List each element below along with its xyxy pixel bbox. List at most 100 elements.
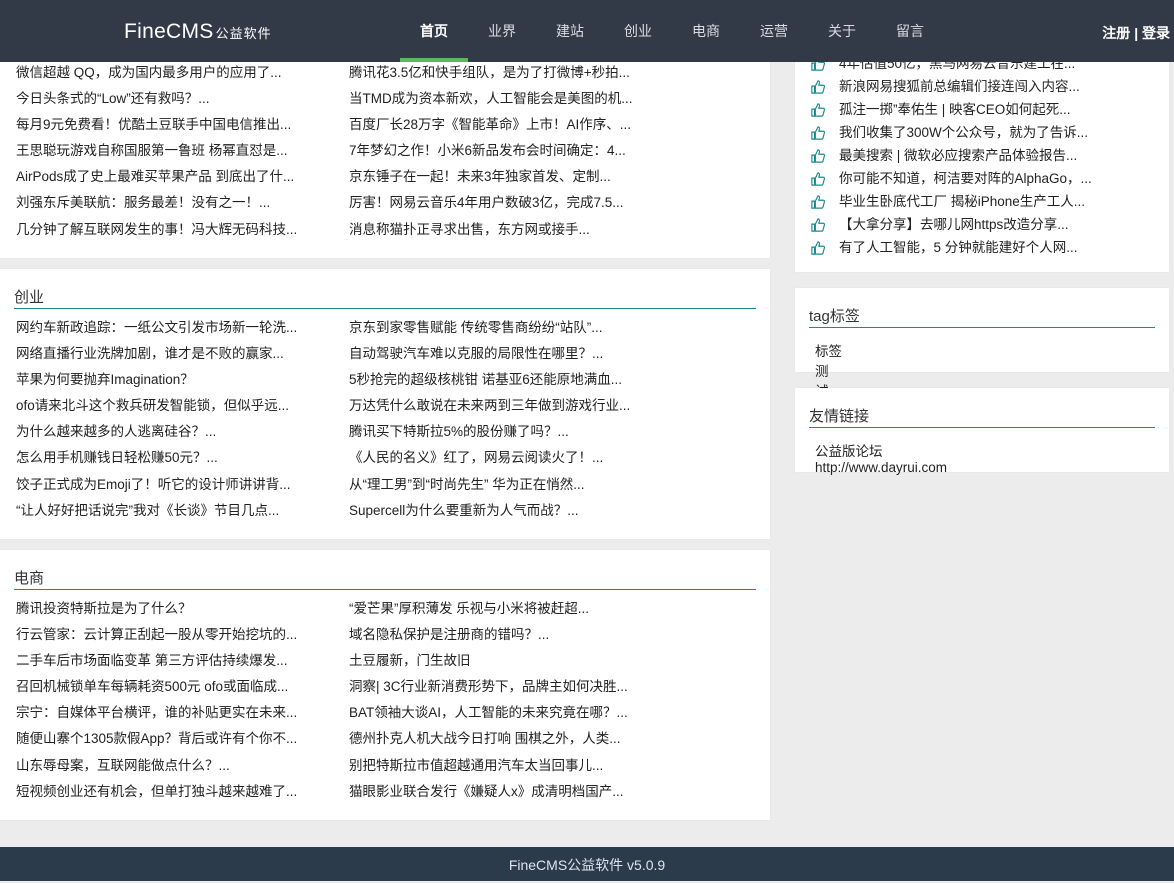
- tags-title: tag标签: [809, 308, 860, 325]
- news-link[interactable]: 宗宁：自媒体平台横评，谁的补贴更实在未来...: [16, 700, 316, 726]
- news-link[interactable]: 山东辱母案，互联网能做点什么？...: [16, 753, 316, 779]
- friend-link[interactable]: 公益版论坛 http://www.dayrui.com: [815, 444, 947, 475]
- news-link[interactable]: 网约车新政追踪：一纸公文引发市场新一轮洗...: [16, 315, 316, 341]
- news-link[interactable]: 腾讯花3.5亿和快手组队，是为了打微博+秒拍...: [349, 60, 649, 86]
- thumbs-up-icon: [811, 171, 825, 186]
- thumbs-up-icon: [811, 240, 825, 255]
- nav-item-ecommerce[interactable]: 电商: [672, 0, 740, 62]
- hot-article-item[interactable]: 【大拿分享】去哪儿网https改造分享...: [811, 213, 1092, 236]
- thumbs-up-icon: [811, 148, 825, 163]
- friend-link-list: 公益版论坛 http://www.dayrui.com: [815, 440, 961, 475]
- news-link[interactable]: 德州扑克人机大战今日打响 围棋之外，人类...: [349, 726, 649, 752]
- hot-article-title: 我们收集了300W个公众号，就为了告诉...: [839, 125, 1089, 140]
- news-link[interactable]: 刘强东斥美联航：服务最差！没有之一！...: [16, 190, 316, 216]
- news-link[interactable]: 7年梦幻之作！小米6新品发布会时间确定：4...: [349, 138, 649, 164]
- news-link[interactable]: 当TMD成为资本新欢，人工智能会是美图的机...: [349, 86, 649, 112]
- nav-item-about[interactable]: 关于: [808, 0, 876, 62]
- hot-article-item[interactable]: 最美搜索 | 微软必应搜索产品体验报告...: [811, 144, 1092, 167]
- register-link[interactable]: 注册: [1102, 25, 1130, 41]
- news-link[interactable]: 猫眼影业联合发行《嫌疑人x》成清明档国产...: [349, 779, 649, 805]
- footer-text: FineCMS公益软件 v5.0.9: [508, 857, 666, 873]
- news-panel-top: 微信超越 QQ，成为国内最多用户的应用了... 今日头条式的“Low”还有救吗？…: [0, 40, 770, 258]
- news-list-left: 微信超越 QQ，成为国内最多用户的应用了... 今日头条式的“Low”还有救吗？…: [16, 60, 316, 243]
- nav-item-home[interactable]: 首页: [400, 0, 468, 62]
- hot-article-list: 4年估值50亿，黑马网易云音乐建工在... 新浪网易搜狐前总编辑们接连闯入内容.…: [811, 52, 1092, 259]
- news-link[interactable]: 苹果为何要抛弃Imagination？: [16, 367, 316, 393]
- news-link[interactable]: 今日头条式的“Low”还有救吗？...: [16, 86, 316, 112]
- news-link[interactable]: 微信超越 QQ，成为国内最多用户的应用了...: [16, 60, 316, 86]
- news-link[interactable]: 每月9元免费看！优酷土豆联手中国电信推出...: [16, 112, 316, 138]
- news-link[interactable]: 《人民的名义》红了，网易云阅读火了！...: [349, 445, 649, 471]
- auth-links: 注册 | 登录: [1102, 23, 1170, 43]
- thumbs-up-icon: [811, 194, 825, 209]
- hot-article-title: 孤注一掷”奉佑生 | 映客CEO如何起死...: [839, 102, 1071, 117]
- hot-article-item[interactable]: 新浪网易搜狐前总编辑们接连闯入内容...: [811, 75, 1092, 98]
- news-link[interactable]: 土豆履新，门生故旧: [349, 648, 649, 674]
- site-logo[interactable]: FineCMS 公益软件: [124, 20, 272, 44]
- section-divider: [809, 327, 1155, 328]
- nav-item-guestbook[interactable]: 留言: [876, 0, 944, 62]
- hot-article-title: 新浪网易搜狐前总编辑们接连闯入内容...: [839, 79, 1080, 94]
- nav-item-website[interactable]: 建站: [536, 0, 604, 62]
- hot-article-title: 【大拿分享】去哪儿网https改造分享...: [839, 217, 1069, 232]
- section-divider: [14, 589, 756, 590]
- news-link[interactable]: 消息称猫扑正寻求出售，东方网或接手...: [349, 217, 649, 243]
- hot-article-item[interactable]: 孤注一掷”奉佑生 | 映客CEO如何起死...: [811, 98, 1092, 121]
- sidebar-tags-panel: tag标签 标签测试 中国: [795, 288, 1169, 439]
- news-link[interactable]: 自动驾驶汽车难以克服的局限性在哪里？...: [349, 341, 649, 367]
- news-link[interactable]: Supercell为什么要重新为人气而战？...: [349, 498, 649, 524]
- news-link[interactable]: 短视频创业还有机会，但单打独斗越来越难了...: [16, 779, 316, 805]
- news-link[interactable]: 召回机械锁单车每辆耗资500元 ofo或面临成...: [16, 674, 316, 700]
- news-list-right: 腾讯花3.5亿和快手组队，是为了打微博+秒拍... 当TMD成为资本新欢，人工智…: [349, 60, 649, 243]
- news-link[interactable]: 二手车后市场面临变革 第三方评估持续爆发...: [16, 648, 316, 674]
- news-link[interactable]: 厉害！网易云音乐4年用户数破3亿，完成7.5...: [349, 190, 649, 216]
- news-list-right: “爱芒果”厚积薄发 乐视与小米将被赶超... 域名隐私保护是注册商的错吗？...…: [349, 596, 649, 805]
- section-divider: [14, 308, 756, 309]
- news-link[interactable]: 腾讯投资特斯拉是为了什么？: [16, 596, 316, 622]
- news-link[interactable]: AirPods成了史上最难买苹果产品 到底出了什...: [16, 164, 316, 190]
- hot-article-item[interactable]: 毕业生卧底代工厂 揭秘iPhone生产工人...: [811, 190, 1092, 213]
- hot-article-title: 你可能不知道，柯洁要对阵的AlphaGo，...: [839, 171, 1092, 186]
- news-link[interactable]: 几分钟了解互联网发生的事！冯大辉无码科技...: [16, 217, 316, 243]
- news-link[interactable]: 5秒抢完的超级核桃钳 诺基亚6还能原地满血...: [349, 367, 649, 393]
- section-title[interactable]: 创业: [14, 286, 44, 307]
- section-title[interactable]: 电商: [14, 567, 44, 588]
- news-list-left: 腾讯投资特斯拉是为了什么？ 行云管家：云计算正刮起一股从零开始挖坑的... 二手…: [16, 596, 316, 805]
- section-divider: [809, 427, 1155, 428]
- news-link[interactable]: 别把特斯拉市值超越通用汽车太当回事儿...: [349, 753, 649, 779]
- news-link[interactable]: 京东锤子在一起！未来3年独家首发、定制...: [349, 164, 649, 190]
- news-link[interactable]: 域名隐私保护是注册商的错吗？...: [349, 622, 649, 648]
- thumbs-up-icon: [811, 79, 825, 94]
- news-link[interactable]: “让人好好把话说完”我对《长谈》节目几点...: [16, 498, 316, 524]
- news-link[interactable]: 行云管家：云计算正刮起一股从零开始挖坑的...: [16, 622, 316, 648]
- news-link[interactable]: 网络直播行业洗牌加剧，谁才是不败的赢家...: [16, 341, 316, 367]
- auth-separator: |: [1134, 25, 1139, 41]
- logo-main: FineCMS: [124, 20, 214, 43]
- news-link[interactable]: BAT领袖大谈AI，人工智能的未来究竟在哪？...: [349, 700, 649, 726]
- news-link[interactable]: 万达凭什么敢说在未来两到三年做到游戏行业...: [349, 393, 649, 419]
- news-link[interactable]: 百度厂长28万字《智能革命》上市！AI作序、...: [349, 112, 649, 138]
- nav-item-startup[interactable]: 创业: [604, 0, 672, 62]
- news-link[interactable]: 腾讯买下特斯拉5%的股份赚了吗？...: [349, 419, 649, 445]
- news-link[interactable]: “爱芒果”厚积薄发 乐视与小米将被赶超...: [349, 596, 649, 622]
- site-footer: FineCMS公益软件 v5.0.9: [0, 847, 1174, 881]
- news-link[interactable]: 饺子正式成为Emoji了！听它的设计师讲讲背...: [16, 472, 316, 498]
- news-link[interactable]: 京东到家零售赋能 传统零售商纷纷“站队”...: [349, 315, 649, 341]
- section-startup: 创业 网约车新政追踪：一纸公文引发市场新一轮洗... 网络直播行业洗牌加剧，谁才…: [0, 269, 770, 539]
- news-link[interactable]: 为什么越来越多的人逃离硅谷？...: [16, 419, 316, 445]
- links-title: 友情链接: [809, 408, 870, 425]
- news-link[interactable]: 怎么用手机赚钱日轻松赚50元？...: [16, 445, 316, 471]
- news-link[interactable]: 从“理工男”到“时尚先生” 华为正在悄然...: [349, 472, 649, 498]
- nav-item-operations[interactable]: 运营: [740, 0, 808, 62]
- news-link[interactable]: ofo请来北斗这个救兵研发智能锁，但似乎远...: [16, 393, 316, 419]
- hot-article-item[interactable]: 有了人工智能，5 分钟就能建好个人网...: [811, 236, 1092, 259]
- news-link[interactable]: 洞察| 3C行业新消费形势下，品牌主如何决胜...: [349, 674, 649, 700]
- news-link[interactable]: 随便山寨个1305款假App？背后或许有个你不...: [16, 726, 316, 752]
- sidebar-links-panel: 友情链接 公益版论坛 http://www.dayrui.com: [795, 388, 1169, 475]
- news-link[interactable]: 王思聪玩游戏自称国服第一鲁班 杨幂直怼是...: [16, 138, 316, 164]
- nav-item-industry[interactable]: 业界: [468, 0, 536, 62]
- thumbs-up-icon: [811, 125, 825, 140]
- hot-article-item[interactable]: 我们收集了300W个公众号，就为了告诉...: [811, 121, 1092, 144]
- login-link[interactable]: 登录: [1142, 25, 1170, 41]
- hot-article-item[interactable]: 你可能不知道，柯洁要对阵的AlphaGo，...: [811, 167, 1092, 190]
